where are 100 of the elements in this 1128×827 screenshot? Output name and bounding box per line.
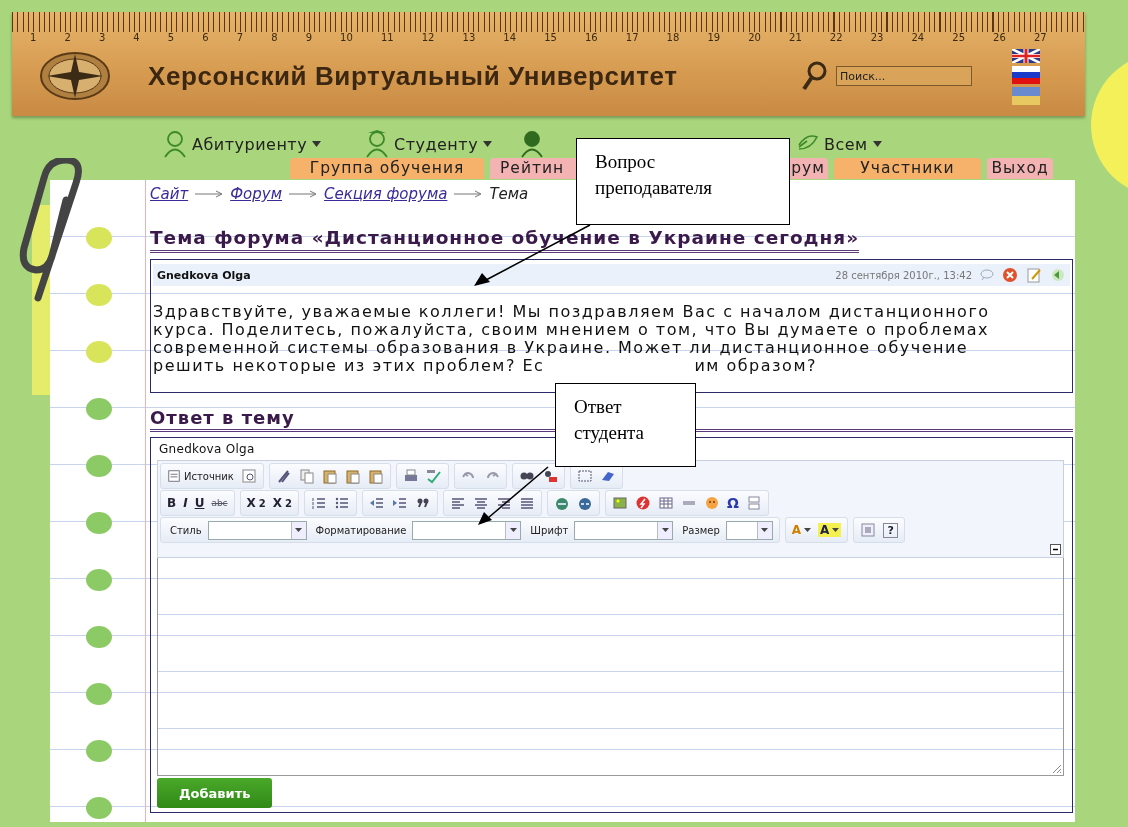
ruler-number: 5 <box>167 32 175 45</box>
paste-icon[interactable] <box>367 468 384 484</box>
format-button[interactable]: I <box>183 496 188 510</box>
reply-author: Gnedkova Olga <box>158 441 256 458</box>
caret-icon <box>483 141 493 147</box>
dropdown-field[interactable] <box>725 520 773 540</box>
nav-tab[interactable]: рум <box>790 158 828 179</box>
caret-icon <box>295 528 303 532</box>
paste-icon[interactable] <box>321 468 338 484</box>
special-character-button[interactable]: Ω <box>727 495 739 511</box>
nav-tab[interactable]: Выход <box>987 158 1053 179</box>
breadcrumb-link[interactable]: Сайт <box>150 185 189 203</box>
combo-label: Форматирование <box>315 524 407 536</box>
ruler-number: 24 <box>911 32 925 45</box>
flash-icon[interactable] <box>635 495 652 511</box>
ruler-number: 2 <box>64 32 71 45</box>
nav-menu-item[interactable]: Всем <box>824 134 868 154</box>
combo-label: Стиль <box>170 524 202 536</box>
ruler-number: 22 <box>829 32 843 45</box>
paste-icon[interactable] <box>344 468 361 484</box>
breadcrumb-current: Тема <box>489 185 529 203</box>
outdent-icon[interactable] <box>369 495 386 511</box>
nav-menu-item[interactable]: Абитуриенту <box>192 134 308 154</box>
table-icon[interactable] <box>658 495 675 511</box>
callout-box: Вопрос преподавателя <box>576 138 790 225</box>
edit-icon[interactable] <box>1026 267 1042 283</box>
nav-tab[interactable]: Группа обучения <box>290 158 484 179</box>
align-justify-icon[interactable] <box>519 495 536 511</box>
combo-label: Шрифт <box>530 524 569 536</box>
bullet-list-icon[interactable] <box>334 495 351 511</box>
add-button[interactable]: Добавить <box>157 778 273 808</box>
person-icon[interactable] <box>365 130 389 158</box>
ruler-number: 7 <box>236 32 244 45</box>
arrow-icon <box>453 190 484 198</box>
collapse-icon[interactable] <box>1050 544 1061 555</box>
preview-icon[interactable] <box>240 468 257 484</box>
ruler-number: 23 <box>870 32 884 45</box>
numbered-list-icon[interactable] <box>311 495 328 511</box>
background-color-button[interactable]: A <box>818 523 842 537</box>
ruler-number: 20 <box>748 32 761 45</box>
dropdown-field[interactable] <box>412 520 522 540</box>
ruler-number: 21 <box>789 32 802 45</box>
reply-icon[interactable] <box>1050 267 1066 283</box>
ruler-number: 9 <box>305 32 312 45</box>
caret-icon <box>761 528 769 532</box>
ruler-number: 19 <box>707 32 721 45</box>
search-icon[interactable] <box>802 61 828 91</box>
search-field[interactable]: Поиск... <box>836 66 972 86</box>
ruler-number: 26 <box>993 32 1006 45</box>
ruler-number: 4 <box>133 32 140 45</box>
russian-flag-icon[interactable] <box>1012 66 1040 84</box>
caret-icon <box>804 528 812 532</box>
document-icon <box>167 469 181 483</box>
format-button[interactable]: B <box>167 496 177 510</box>
post-author: Gnedkova Olga <box>157 268 252 282</box>
caret-icon <box>312 141 322 147</box>
caret-icon <box>661 528 669 532</box>
nav-menu-item[interactable]: Студенту <box>394 134 479 154</box>
delete-icon[interactable] <box>1002 267 1018 283</box>
nav-tab[interactable]: Участники <box>834 158 981 179</box>
dropdown-field[interactable] <box>574 520 674 540</box>
emblem-logo-icon <box>37 50 113 102</box>
indent-icon[interactable] <box>392 495 409 511</box>
select-all-icon[interactable] <box>576 468 593 484</box>
ruler-number: 8 <box>271 32 278 45</box>
uk-flag-icon[interactable] <box>1012 49 1040 63</box>
align-right-icon[interactable] <box>496 495 513 511</box>
ruler-number: 17 <box>625 32 639 45</box>
printer-icon[interactable] <box>402 468 419 484</box>
ruler-number: 27 <box>1033 32 1047 45</box>
ruler-number: 25 <box>952 32 965 45</box>
spellcheck-icon[interactable] <box>425 468 442 484</box>
arrow-icon <box>287 190 318 198</box>
arrow-icon <box>194 190 225 198</box>
copy-icon[interactable] <box>298 468 315 484</box>
help-button[interactable]: ? <box>883 522 898 538</box>
ruler-number: 3 <box>98 32 106 45</box>
caret-icon <box>872 141 882 147</box>
breadcrumb-link[interactable]: Секция форума <box>323 185 448 203</box>
dropdown-field[interactable] <box>207 520 307 540</box>
align-left-icon[interactable] <box>450 495 467 511</box>
maximize-icon[interactable] <box>860 522 877 538</box>
smiley-icon[interactable] <box>704 495 721 511</box>
nav-tab[interactable]: Рейтин <box>490 158 576 179</box>
ruler-number: 6 <box>202 32 209 45</box>
align-center-icon[interactable] <box>473 495 490 511</box>
breadcrumb-link[interactable]: Форум <box>230 185 282 203</box>
person-icon[interactable] <box>520 130 544 158</box>
format-button[interactable]: U <box>194 496 205 510</box>
ruler-number: 16 <box>584 32 598 45</box>
page-break-icon[interactable] <box>745 495 762 511</box>
person-icon[interactable] <box>163 130 187 158</box>
post-text: решить некоторые из этих проблем? Ес <box>153 357 545 375</box>
ruler-number: 13 <box>462 32 476 45</box>
format-button[interactable]: abc <box>211 498 228 508</box>
ruler-number: 1 <box>30 32 37 45</box>
resize-grip-icon[interactable] <box>1050 762 1062 774</box>
image-icon[interactable] <box>612 495 629 511</box>
combo-label: Размер <box>682 524 720 536</box>
ruler-number: 15 <box>544 32 557 45</box>
